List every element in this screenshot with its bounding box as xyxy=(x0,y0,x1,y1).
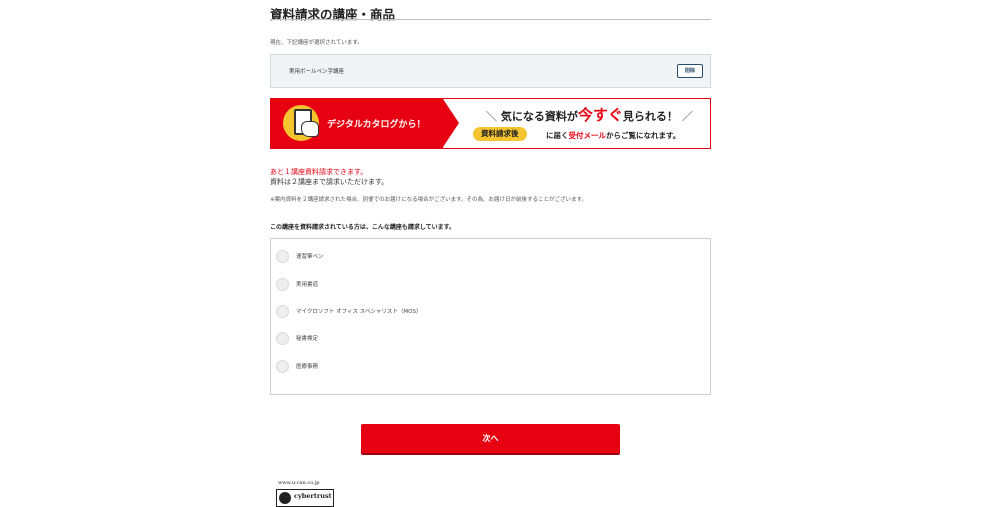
seal-badge: cybertrust xyxy=(276,489,334,507)
related-course-label: 医療事務 xyxy=(296,364,319,370)
digital-catalog-banner[interactable]: デジタルカタログから！ ＼ 気になる資料が今すぐ見られる！ ／ 資料請求後 に届… xyxy=(270,98,711,149)
seal-domain: www.u-can.co.jp xyxy=(278,480,320,486)
delete-button[interactable]: 削除 xyxy=(677,64,703,78)
related-courses-list: 速習筆ペン 実用書道 マイクロソフト オフィス スペシャリスト（MOS） 秘書検… xyxy=(270,238,711,395)
related-course-label: 実用書道 xyxy=(296,282,319,288)
banner-headline-emphasis: 今すぐ xyxy=(577,106,623,124)
radio-button[interactable] xyxy=(276,332,289,345)
selected-course-box: 実用ボールペン字講座 削除 xyxy=(270,54,711,88)
page-title: 資料請求の講座・商品 xyxy=(270,7,396,22)
banner-subtext: に届く受付メールからご覧になれます。 xyxy=(546,130,680,141)
seal-brand: cybertrust xyxy=(294,492,332,500)
banner-headline-prefix: 気になる資料が xyxy=(500,110,578,123)
related-course-label: 速習筆ペン xyxy=(296,254,324,260)
title-divider xyxy=(270,19,711,20)
radio-button[interactable] xyxy=(276,278,289,291)
pointing-hand-icon xyxy=(301,121,319,137)
banner-pill: 資料請求後 xyxy=(473,127,527,141)
related-courses-heading: この講座を資料請求されている方は、こんな講座も請求しています。 xyxy=(270,224,456,231)
related-course-label: マイクロソフト オフィス スペシャリスト（MOS） xyxy=(296,309,422,315)
radio-button[interactable] xyxy=(276,305,289,318)
banner-catalog-label: デジタルカタログから！ xyxy=(327,120,426,130)
next-button[interactable]: 次へ xyxy=(361,424,620,453)
cybertrust-seal[interactable]: www.u-can.co.jp cybertrust xyxy=(276,480,336,507)
banner-sub-red: 受付メール xyxy=(568,131,607,140)
banner-arrow-shape xyxy=(443,99,459,147)
current-selection-note: 現在、下記講座が選択されています。 xyxy=(270,40,363,46)
banner-slash-right: ／ xyxy=(681,110,693,123)
banner-sub-prefix: に届く xyxy=(546,131,569,140)
banner-slash-left: ＼ xyxy=(486,110,497,123)
seal-logo-icon xyxy=(279,492,291,504)
related-course-label: 秘書検定 xyxy=(296,336,319,342)
selected-course-name: 実用ボールペン字講座 xyxy=(289,69,345,75)
request-limit-message: 資料は２講座まで請求いただけます。 xyxy=(270,178,389,186)
banner-sub-suffix: からご覧になれます。 xyxy=(606,131,681,140)
remaining-count-message: あと１講座資料請求できます。 xyxy=(270,168,368,176)
delivery-note: ※案内資料を２講座請求された場合、別便でのお届けになる場合がございます。その為、… xyxy=(270,197,588,203)
banner-headline: ＼ 気になる資料が今すぐ見られる！ ／ xyxy=(486,104,693,125)
banner-headline-suffix: 見られる！ xyxy=(622,110,678,123)
banner-red-panel: デジタルカタログから！ xyxy=(271,99,443,148)
radio-button[interactable] xyxy=(276,250,289,263)
radio-button[interactable] xyxy=(276,360,289,373)
